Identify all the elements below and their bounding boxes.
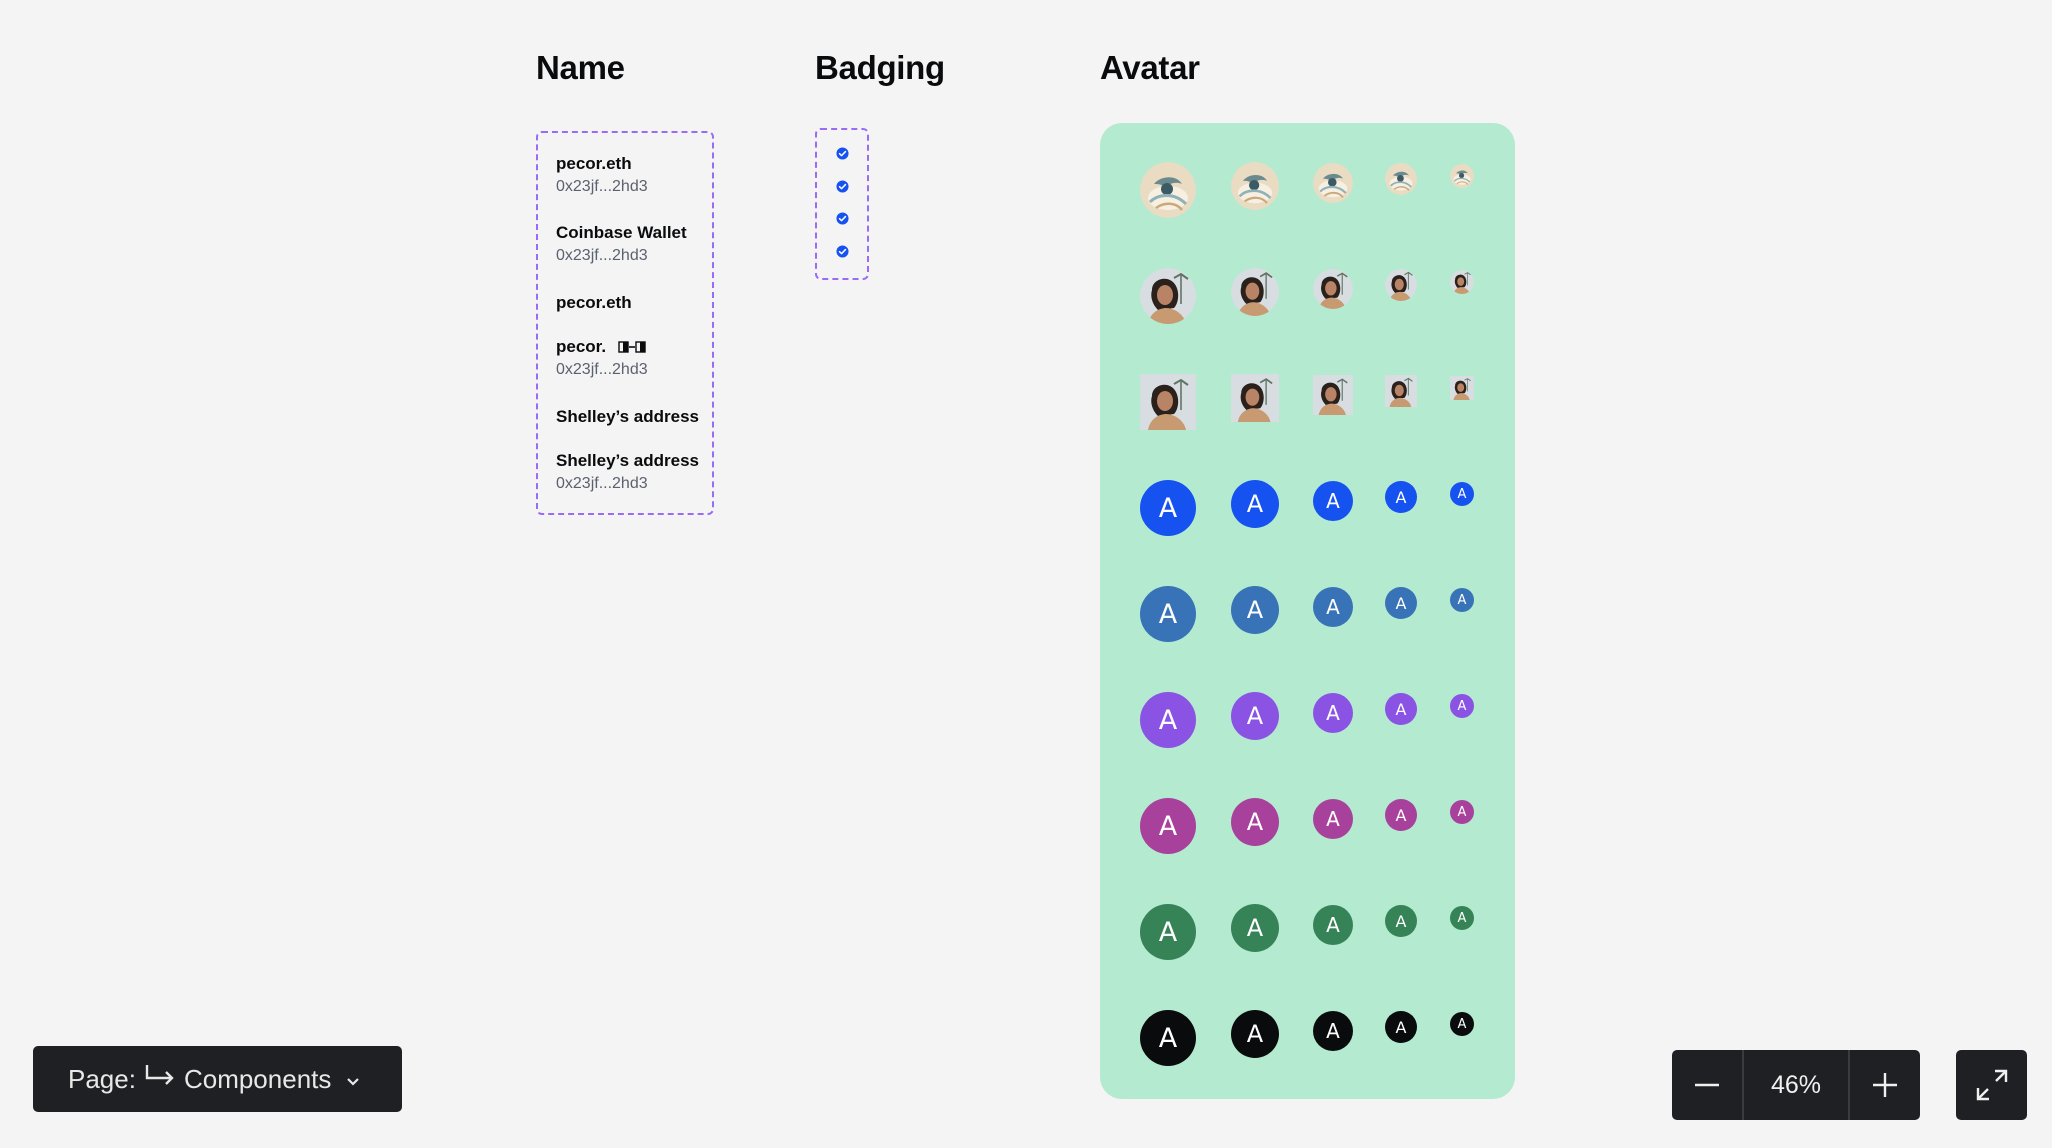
avatar-letter: A — [1140, 586, 1196, 642]
page-selector-value: Components — [183, 1063, 332, 1094]
name-item: Shelley’s address — [556, 406, 699, 428]
name-address: 0x23jf...2hd3 — [556, 178, 648, 195]
name-component-frame[interactable]: pecor.eth 0x23jf...2hd3 Coinbase Wallet … — [536, 131, 714, 515]
name-section-title: Name — [536, 49, 625, 86]
avatar-photo — [1313, 269, 1353, 309]
name-primary: Coinbase Wallet — [556, 223, 687, 242]
avatar-letter: A — [1450, 694, 1474, 718]
avatar-letter: A — [1385, 905, 1417, 937]
avatar-letter: A — [1231, 798, 1279, 846]
avatar-illustration — [1140, 162, 1196, 218]
avatar-photo — [1231, 268, 1279, 316]
zoom-out-button[interactable] — [1672, 1050, 1742, 1120]
avatar-illustration — [1450, 164, 1474, 188]
name-primary-row: pecor. — [556, 336, 648, 358]
avatar-letter: A — [1313, 905, 1353, 945]
avatar-photo — [1140, 268, 1196, 324]
avatar-letter: A — [1385, 799, 1417, 831]
avatar-letter: A — [1140, 1010, 1196, 1066]
avatar-letter: A — [1231, 480, 1279, 528]
avatar-letter: A — [1313, 481, 1353, 521]
avatar-illustration — [1385, 163, 1417, 195]
avatar-illustration — [1313, 163, 1353, 203]
name-address: 0x23jf...2hd3 — [556, 361, 648, 378]
return-arrow-icon — [144, 1063, 176, 1096]
avatar-letter: A — [1140, 904, 1196, 960]
avatar-letter: A — [1450, 1012, 1474, 1036]
badge-placeholder-icon — [618, 341, 648, 353]
avatar-letter: A — [1313, 693, 1353, 733]
avatar-letter: A — [1231, 692, 1279, 740]
name-primary: Shelley’s address — [556, 451, 700, 470]
name-address: 0x23jf...2hd3 — [556, 475, 648, 492]
avatar-letter: A — [1140, 692, 1196, 748]
avatar-photo — [1385, 269, 1417, 301]
avatar-letter: A — [1231, 904, 1279, 952]
expand-icon — [1976, 1069, 2007, 1101]
fullscreen-button[interactable] — [1956, 1050, 2027, 1120]
name-item: pecor. 0x23jf...2hd3 — [556, 336, 648, 382]
avatar-letter: A — [1385, 587, 1417, 619]
avatar-photo-square — [1450, 376, 1474, 400]
name-primary: Shelley’s address — [556, 407, 700, 426]
verified-check-icon — [836, 147, 849, 160]
avatar-photo-square — [1313, 375, 1353, 415]
avatar-letter: A — [1385, 481, 1417, 513]
page-selector-label: Page: — [68, 1063, 136, 1094]
avatar-photo — [1450, 270, 1474, 294]
badging-section-title: Badging — [815, 49, 945, 86]
avatar-illustration — [1231, 162, 1279, 210]
name-item: Coinbase Wallet 0x23jf...2hd3 — [556, 222, 687, 268]
avatar-section-title: Avatar — [1100, 49, 1200, 86]
name-primary: pecor.eth — [556, 293, 632, 312]
avatar-letter: A — [1385, 1011, 1417, 1043]
name-item: Shelley’s address 0x23jf...2hd3 — [556, 450, 699, 496]
avatar-letter: A — [1140, 798, 1196, 854]
name-address: 0x23jf...2hd3 — [556, 247, 648, 264]
avatar-photo-square — [1231, 374, 1279, 422]
avatar-letter: A — [1313, 799, 1353, 839]
avatar-letter: A — [1231, 586, 1279, 634]
avatar-letter: A — [1450, 800, 1474, 824]
name-primary: pecor. — [556, 337, 607, 356]
zoom-level-value[interactable]: 46% — [1744, 1050, 1848, 1120]
plus-icon — [1873, 1073, 1897, 1097]
verified-check-icon — [836, 180, 849, 193]
avatar-photo-square — [1385, 375, 1417, 407]
zoom-controls: 46% — [1672, 1050, 1920, 1120]
verified-check-icon — [836, 245, 849, 258]
verified-check-icon — [836, 212, 849, 225]
avatar-letter: A — [1140, 480, 1196, 536]
avatar-letter: A — [1450, 482, 1474, 506]
zoom-in-button[interactable] — [1850, 1050, 1920, 1120]
avatar-letter: A — [1313, 587, 1353, 627]
avatar-letter: A — [1450, 906, 1474, 930]
avatar-photo-square — [1140, 374, 1196, 430]
chevron-down-icon — [345, 1064, 361, 1095]
avatar-letter: A — [1313, 1011, 1353, 1051]
name-primary: pecor.eth — [556, 154, 632, 173]
badging-component-frame[interactable] — [815, 128, 869, 280]
avatar-letter: A — [1450, 588, 1474, 612]
name-item: pecor.eth — [556, 292, 632, 314]
avatar-letter: A — [1385, 693, 1417, 725]
avatar-letter: A — [1231, 1010, 1279, 1058]
avatar-component-panel[interactable]: AAAAAAAAAAAAAAAAAAAAAAAAAAAAAA — [1100, 123, 1515, 1099]
name-item: pecor.eth 0x23jf...2hd3 — [556, 153, 648, 199]
minus-icon — [1695, 1083, 1719, 1087]
page-selector-button[interactable]: Page: Components — [33, 1046, 402, 1112]
